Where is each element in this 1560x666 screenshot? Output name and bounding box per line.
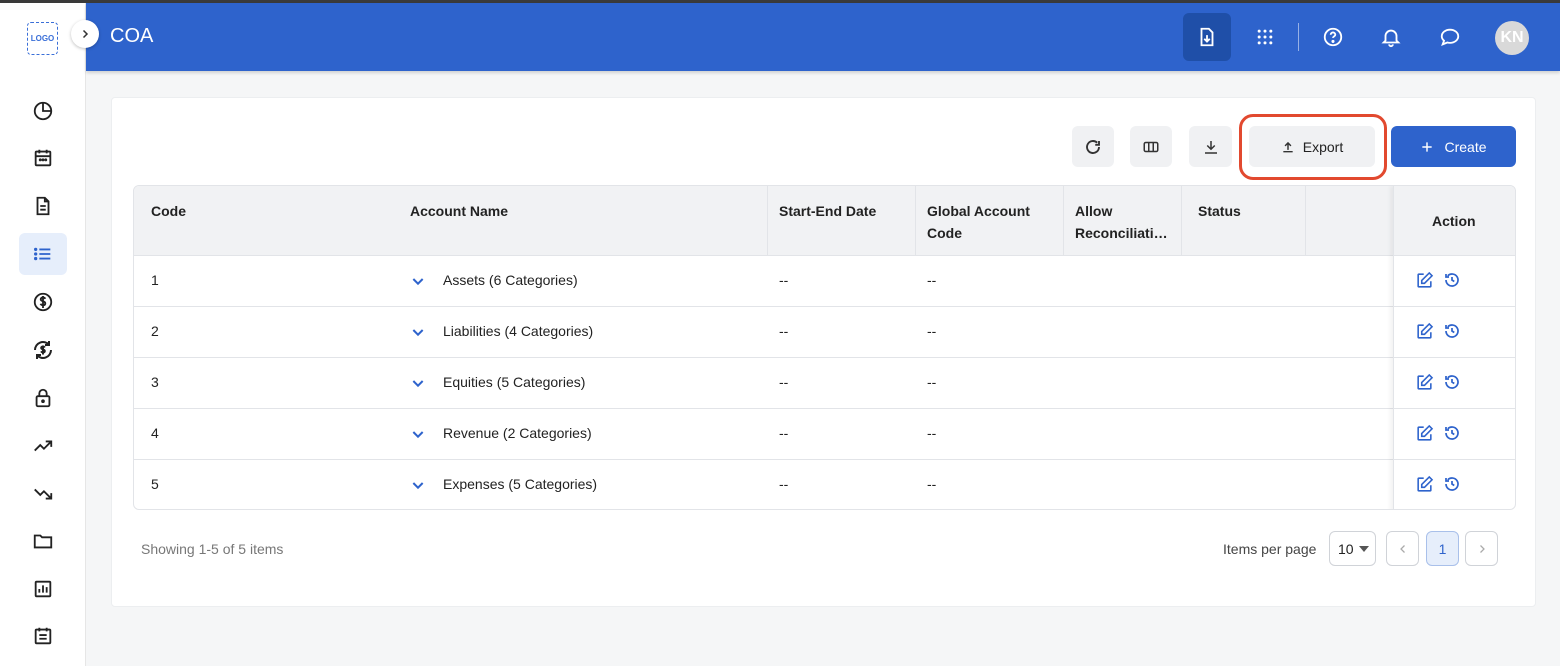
- showing-items-text: Showing 1-5 of 5 items: [141, 541, 284, 557]
- help-icon[interactable]: [1309, 13, 1357, 61]
- cell-account-name: Expenses (5 Categories): [443, 476, 598, 492]
- table-row: 5 Expenses (5 Categories) -- --: [134, 460, 1515, 509]
- items-per-page-value: 10: [1338, 540, 1354, 557]
- report-chart-icon[interactable]: [19, 568, 67, 610]
- table-row: 4 Revenue (2 Categories) -- --: [134, 409, 1515, 460]
- cell-code: 3: [151, 374, 159, 390]
- cell-start-end-date: --: [779, 425, 789, 441]
- prev-page-button[interactable]: [1386, 531, 1419, 566]
- chat-icon[interactable]: [1426, 13, 1474, 61]
- header-global-account-code[interactable]: Global Account Code: [927, 200, 1030, 244]
- coa-table: Code Account Name Start-End Date Global …: [133, 185, 1516, 510]
- sidebar-toggle-button[interactable]: [71, 20, 99, 48]
- chevron-left-icon: [1399, 544, 1405, 553]
- column-separator: [1181, 186, 1182, 256]
- cell-global-account-code: --: [927, 323, 937, 339]
- logo: LOGO: [27, 22, 58, 55]
- page-title: COA: [110, 25, 154, 47]
- list-icon[interactable]: [19, 233, 67, 275]
- column-separator: [1063, 186, 1064, 256]
- table-row: 2 Liabilities (4 Categories) -- --: [134, 307, 1515, 358]
- action-column: [1393, 186, 1515, 509]
- caret-down-icon: [1359, 546, 1369, 552]
- items-per-page-select[interactable]: 10: [1329, 531, 1376, 566]
- header-divider: [1298, 23, 1299, 51]
- cell-start-end-date: --: [779, 272, 789, 288]
- cell-account-name: Assets (6 Categories): [443, 272, 578, 288]
- table-row: 3 Equities (5 Categories) -- --: [134, 358, 1515, 409]
- header-allow-reconciliation-line2: Reconciliati…: [1075, 225, 1168, 241]
- download-icon: [1204, 140, 1217, 154]
- bell-icon[interactable]: [1367, 13, 1415, 61]
- apps-grid-icon[interactable]: [1241, 13, 1289, 61]
- columns-button[interactable]: [1130, 126, 1172, 167]
- cell-start-end-date: --: [779, 323, 789, 339]
- next-page-button[interactable]: [1465, 531, 1498, 566]
- cell-code: 2: [151, 323, 159, 339]
- journal-icon[interactable]: [19, 615, 67, 657]
- file-download-icon[interactable]: [1183, 13, 1231, 61]
- header-account-name[interactable]: Account Name: [410, 200, 508, 222]
- header-global-account-code-line2: Code: [927, 225, 962, 241]
- expand-chevron-icon[interactable]: [410, 426, 426, 442]
- coa-card: Export Create Code Account Name Start-En…: [111, 97, 1536, 607]
- cell-start-end-date: --: [779, 476, 789, 492]
- export-highlight-annotation: [1239, 114, 1387, 180]
- chevron-right-icon: [82, 29, 89, 39]
- expand-chevron-icon[interactable]: [410, 477, 426, 493]
- items-per-page-label: Items per page: [1223, 541, 1317, 557]
- table-row: 1 Assets (6 Categories) -- --: [134, 256, 1515, 307]
- column-separator: [1305, 186, 1306, 256]
- refresh-button[interactable]: [1072, 126, 1114, 167]
- column-separator: [767, 186, 768, 256]
- cell-account-name: Equities (5 Categories): [443, 374, 586, 390]
- table-header: Code Account Name Start-End Date Global …: [134, 186, 1515, 256]
- lock-icon[interactable]: [19, 377, 67, 419]
- cell-global-account-code: --: [927, 425, 937, 441]
- expand-chevron-icon[interactable]: [410, 324, 426, 340]
- top-header: COA KN: [86, 3, 1560, 71]
- download-button[interactable]: [1189, 126, 1232, 167]
- page-1-button[interactable]: 1: [1426, 531, 1459, 566]
- cell-global-account-code: --: [927, 374, 937, 390]
- cell-code: 5: [151, 476, 159, 492]
- avatar[interactable]: KN: [1495, 21, 1529, 55]
- document-icon[interactable]: [19, 185, 67, 227]
- header-code[interactable]: Code: [151, 200, 186, 222]
- chevron-right-icon: [1479, 544, 1485, 553]
- plus-icon: [1422, 141, 1433, 152]
- refresh-icon: [1086, 139, 1100, 154]
- currency-exchange-icon[interactable]: [19, 329, 67, 371]
- header-start-end-date[interactable]: Start-End Date: [779, 200, 876, 222]
- create-label: Create: [1444, 138, 1487, 155]
- header-status[interactable]: Status: [1198, 200, 1241, 222]
- header-allow-reconciliation[interactable]: Allow Reconciliati…: [1075, 200, 1168, 244]
- calendar-icon[interactable]: [19, 137, 67, 179]
- cell-code: 1: [151, 272, 159, 288]
- dashboard-pie-icon[interactable]: [19, 90, 67, 132]
- header-allow-reconciliation-line1: Allow: [1075, 203, 1113, 219]
- trending-up-icon[interactable]: [19, 425, 67, 467]
- column-separator: [915, 186, 916, 256]
- cell-global-account-code: --: [927, 476, 937, 492]
- expand-chevron-icon[interactable]: [410, 273, 426, 289]
- columns-icon: [1143, 141, 1159, 152]
- cell-start-end-date: --: [779, 374, 789, 390]
- create-button[interactable]: Create: [1391, 126, 1516, 167]
- header-global-account-code-line1: Global Account: [927, 203, 1030, 219]
- dollar-icon[interactable]: [19, 281, 67, 323]
- sidebar: LOGO: [0, 3, 86, 666]
- folder-icon[interactable]: [19, 520, 67, 562]
- cell-account-name: Liabilities (4 Categories): [443, 323, 594, 339]
- trending-down-icon[interactable]: [19, 473, 67, 515]
- expand-chevron-icon[interactable]: [410, 375, 426, 391]
- cell-code: 4: [151, 425, 159, 441]
- cell-account-name: Revenue (2 Categories): [443, 425, 592, 441]
- cell-global-account-code: --: [927, 272, 937, 288]
